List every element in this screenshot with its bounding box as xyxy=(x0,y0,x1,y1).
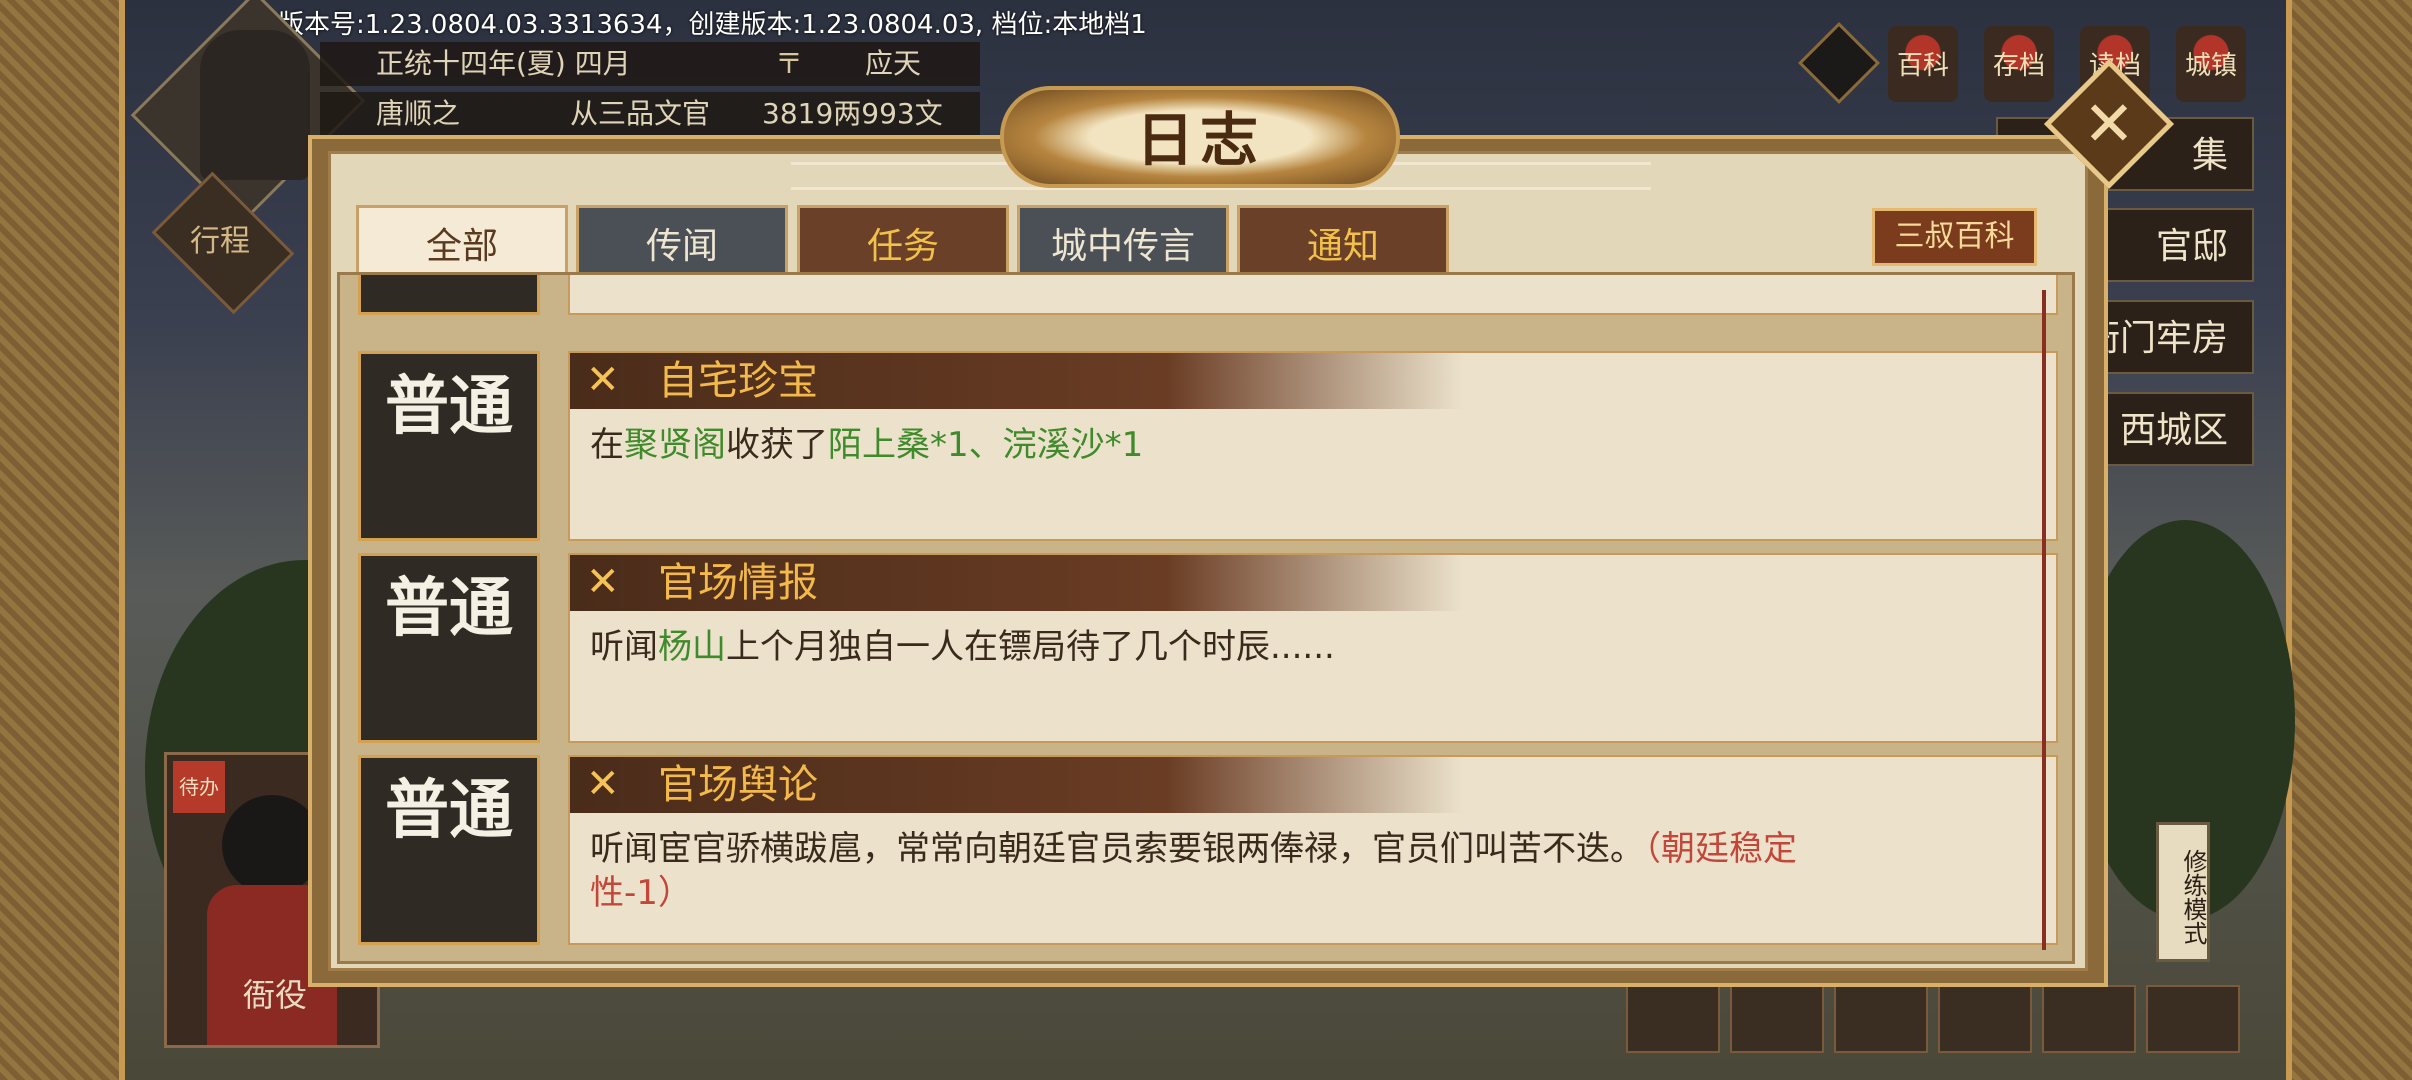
player-money: 3819两993文 xyxy=(762,97,943,130)
trip-button[interactable]: 行程 xyxy=(170,212,270,272)
crossed-swords-icon: ✕ xyxy=(586,559,620,605)
outer-frame-left xyxy=(0,0,125,1080)
tab-notices[interactable]: 通知 xyxy=(1237,205,1449,275)
badge-label: 普通 xyxy=(385,773,513,848)
entry-badge: 普通 xyxy=(358,553,540,743)
encyclopedia-button[interactable]: 三叔百科 xyxy=(1872,208,2037,266)
close-icon[interactable]: ✕ xyxy=(2063,78,2155,170)
list-item: 普通 ✕ 自宅珍宝 在聚贤阁收获了陌上桑*1、浣溪沙*1 xyxy=(358,351,2060,541)
list-item xyxy=(358,275,2058,315)
town-icon[interactable]: 城镇 xyxy=(2176,26,2246,102)
save-icon[interactable]: 存档 xyxy=(1984,26,2054,102)
entry-card xyxy=(568,275,2058,315)
tab-tasks[interactable]: 任务 xyxy=(797,205,1009,275)
date-bar: 正统十四年(夏) 四月 〒 应天 xyxy=(320,42,980,86)
entry-badge xyxy=(358,275,540,315)
dialog-title: 日志 xyxy=(1135,106,1264,174)
log-list[interactable]: 普通 ✕ 自宅珍宝 在聚贤阁收获了陌上桑*1、浣溪沙*1 普通 ✕ 官场情报 听… xyxy=(337,272,2075,964)
crossed-swords-icon: ✕ xyxy=(586,761,620,807)
outer-frame-right xyxy=(2286,0,2412,1080)
entry-card: ✕ 官场情报 听闻杨山上个月独自一人在镖局待了几个时辰...... xyxy=(568,553,2060,743)
crossed-swords-icon: ✕ xyxy=(586,357,620,403)
npc-name: 衙役 xyxy=(243,976,308,1014)
scrollbar[interactable] xyxy=(2042,290,2046,950)
encyclopedia-icon[interactable]: 百科 xyxy=(1888,26,1958,102)
entry-card: ✕ 官场舆论 听闻宦官骄横跋扈，常常向朝廷官员索要银两俸禄，官员们叫苦不迭。（朝… xyxy=(568,755,2060,945)
badge-label: 普通 xyxy=(385,571,513,646)
player-rank: 从三品文官 xyxy=(570,97,711,130)
bottom-slot-bar xyxy=(1626,985,2246,1053)
city-name: 应天 xyxy=(865,47,922,80)
version-info: 版本号:1.23.0804.03.3313634，创建版本:1.23.0804.… xyxy=(278,10,1147,40)
entry-body: 听闻杨山上个月独自一人在镖局待了几个时辰...... xyxy=(590,627,1335,667)
entry-card: ✕ 自宅珍宝 在聚贤阁收获了陌上桑*1、浣溪沙*1 xyxy=(568,351,2060,541)
badge-label: 普通 xyxy=(385,369,513,444)
tab-all[interactable]: 全部 xyxy=(356,205,568,275)
avatar[interactable] xyxy=(200,30,310,180)
player-bar: 唐顺之 从三品文官 3819两993文 xyxy=(320,92,980,136)
entry-title: 官场舆论 xyxy=(658,762,818,808)
entry-badge: 普通 xyxy=(358,351,540,541)
date-text: 正统十四年(夏) 四月 xyxy=(376,47,631,80)
player-name: 唐顺之 xyxy=(376,97,461,130)
list-item: 普通 ✕ 官场舆论 听闻宦官骄横跋扈，常常向朝廷官员索要银两俸禄，官员们叫苦不迭… xyxy=(358,755,2060,945)
list-item: 普通 ✕ 官场情报 听闻杨山上个月独自一人在镖局待了几个时辰...... xyxy=(358,553,2060,743)
tab-rumors[interactable]: 传闻 xyxy=(576,205,788,275)
npc-badge: 待办 xyxy=(173,761,225,813)
entry-body: 听闻宦官骄横跋扈，常常向朝廷官员索要银两俸禄，官员们叫苦不迭。（朝廷稳定性-1） xyxy=(590,829,1797,913)
weather-icon: 〒 xyxy=(775,47,804,80)
entry-badge: 普通 xyxy=(358,755,540,945)
tab-city-rumors[interactable]: 城中传言 xyxy=(1017,205,1229,275)
practice-mode-button[interactable]: 修练模式 xyxy=(2156,822,2210,962)
entry-title: 自宅珍宝 xyxy=(658,358,818,404)
npc-hat xyxy=(222,795,322,895)
entry-title: 官场情报 xyxy=(658,560,818,606)
entry-body: 在聚贤阁收获了陌上桑*1、浣溪沙*1 xyxy=(590,425,1144,465)
